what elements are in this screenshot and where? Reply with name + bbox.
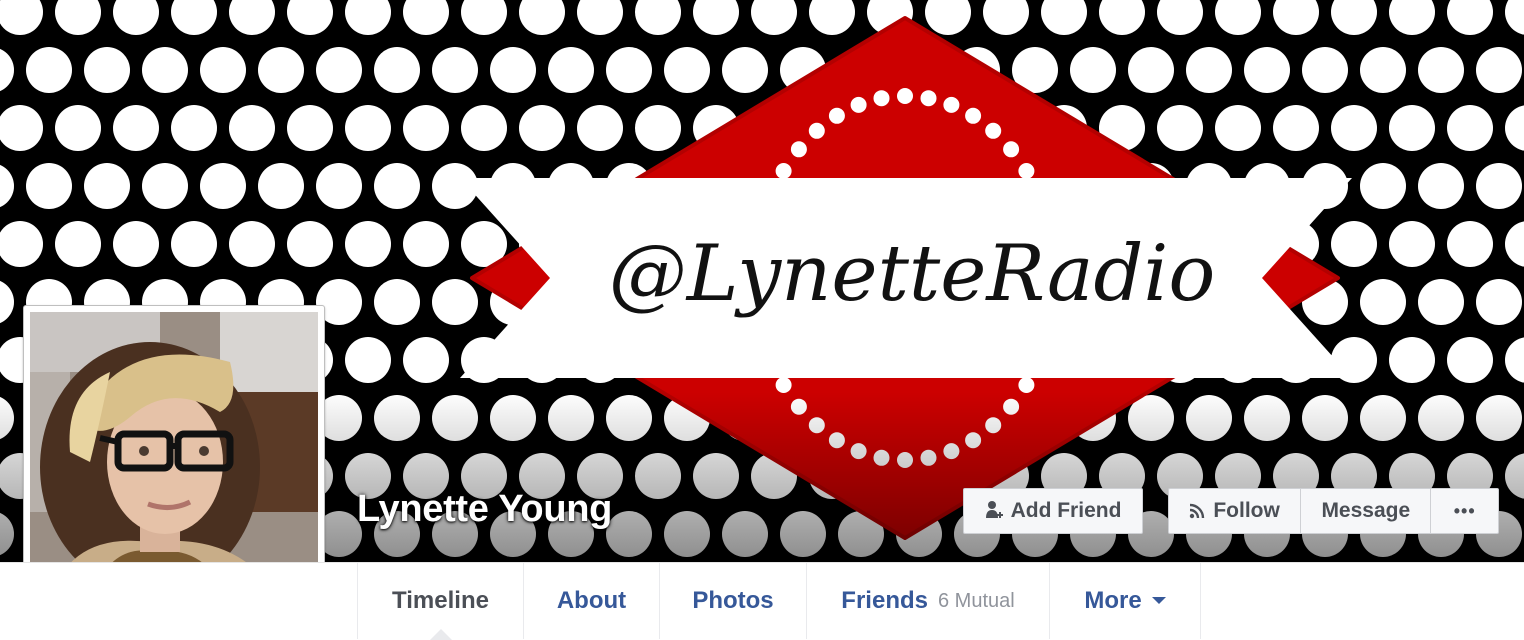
tab-photos[interactable]: Photos (659, 563, 806, 639)
tab-timeline[interactable]: Timeline (357, 563, 523, 640)
profile-tabs: Timeline About Photos Friends 6 Mutual M… (357, 563, 1201, 640)
avatar-photo (30, 312, 318, 600)
handle-script-text: @LynetteRadio (609, 229, 1216, 319)
follow-label: Follow (1213, 499, 1280, 522)
profile-name[interactable]: Lynette Young (357, 488, 612, 531)
tab-about[interactable]: About (523, 563, 659, 639)
rss-follow-icon (1189, 503, 1205, 519)
message-label: Message (1321, 499, 1411, 522)
add-friend-label: Add Friend (1010, 499, 1122, 522)
tab-more[interactable]: More (1049, 563, 1201, 639)
active-tab-indicator (429, 629, 452, 640)
add-friend-button[interactable]: Add Friend (963, 488, 1143, 534)
more-options-button[interactable]: ••• (1431, 489, 1498, 533)
add-friend-icon (985, 500, 1003, 522)
mutual-friends-count: 6 Mutual (937, 589, 1015, 612)
message-button[interactable]: Message (1301, 489, 1432, 533)
profile-action-group: Follow Message ••• (1168, 488, 1499, 534)
follow-button[interactable]: Follow (1169, 489, 1302, 533)
tab-friends[interactable]: Friends 6 Mutual (806, 563, 1049, 639)
ellipsis-icon: ••• (1453, 500, 1476, 521)
chevron-down-icon (1151, 597, 1166, 605)
tab-friends-label: Friends (841, 587, 928, 614)
tab-photos-label: Photos (692, 587, 774, 614)
tab-about-label: About (556, 587, 627, 614)
tab-timeline-label: Timeline (392, 587, 489, 614)
tab-more-label: More (1084, 587, 1142, 614)
profile-nav-bar: Timeline About Photos Friends 6 Mutual M… (0, 562, 1524, 640)
